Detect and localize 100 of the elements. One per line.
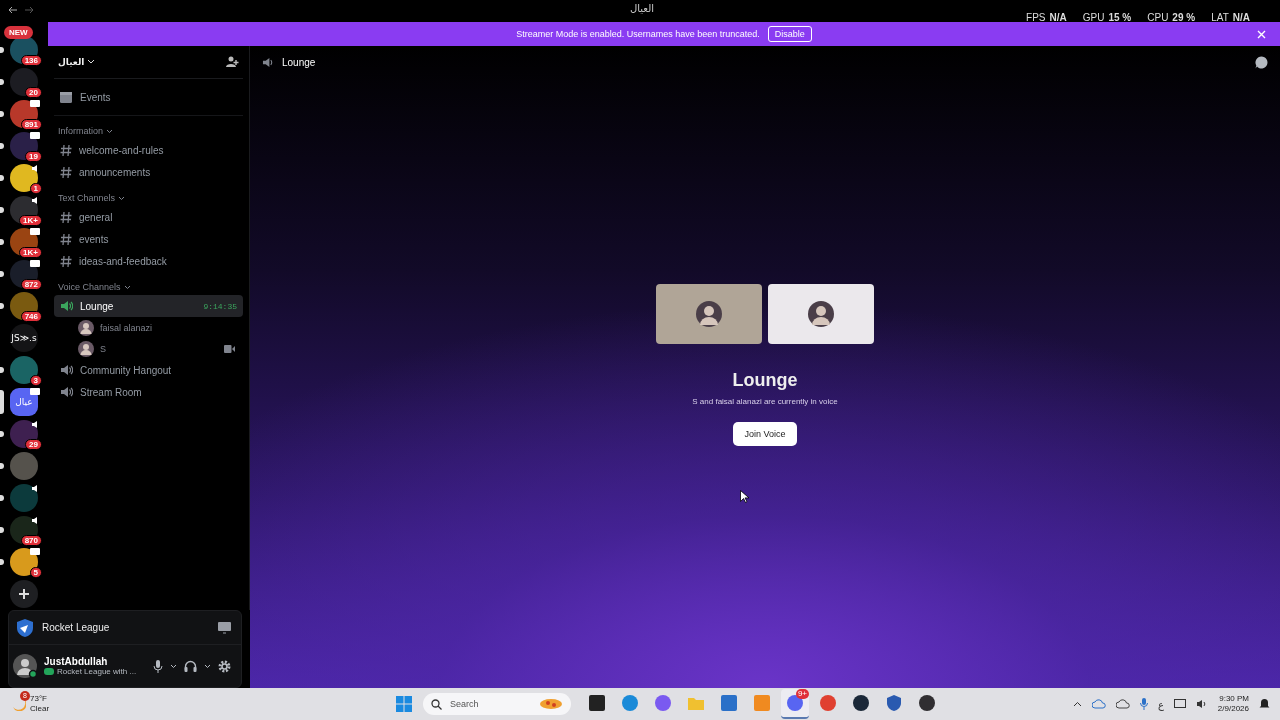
server-icon[interactable]	[10, 164, 38, 192]
badge: 136	[20, 55, 42, 66]
voice-channel-title: Lounge	[732, 370, 798, 391]
language-indicator[interactable]: ع	[1157, 698, 1164, 710]
events-item[interactable]: Events	[54, 79, 243, 116]
bell-icon[interactable]	[1259, 698, 1270, 710]
stat-label: LAT	[1211, 11, 1229, 23]
search-input[interactable]: Search	[448, 698, 522, 710]
category-label[interactable]: Information	[58, 126, 104, 136]
microphone-icon[interactable]	[153, 659, 163, 673]
avatar	[808, 301, 834, 327]
square-icon	[720, 694, 738, 712]
speaker-icon	[60, 364, 73, 376]
hash-icon	[60, 254, 72, 268]
stat-value: N/A	[1232, 11, 1250, 23]
disable-button[interactable]: Disable	[767, 26, 812, 42]
back-icon[interactable]	[8, 6, 18, 14]
member-name[interactable]: faisal alanazi	[100, 322, 153, 333]
cloud-icon[interactable]	[1091, 699, 1106, 709]
add-person-icon[interactable]	[226, 56, 239, 68]
speaker-icon	[31, 484, 40, 493]
settings-icon[interactable]	[218, 659, 231, 673]
speaker-icon	[31, 196, 40, 205]
user-status: Rocket League with ...	[57, 667, 137, 676]
events-label: Events	[80, 91, 111, 103]
channel-item[interactable]: announcements	[54, 161, 243, 183]
headphones-icon[interactable]	[184, 660, 197, 672]
cloud-icon[interactable]	[1115, 699, 1130, 709]
server-icon[interactable]	[10, 356, 38, 384]
chevron-icon[interactable]	[204, 663, 211, 669]
username: JustAbdullah	[44, 656, 109, 667]
channel-item[interactable]: ideas-and-feedback	[54, 250, 243, 272]
server-icon[interactable]: JS≫.s	[10, 324, 38, 352]
stat-value: 15 %	[1108, 11, 1132, 23]
badge: 20	[25, 87, 42, 98]
circle-icon	[918, 694, 936, 712]
shield-icon	[885, 694, 903, 712]
banner-text: Streamer Mode is enabled. Usernames have been truncated.	[516, 29, 760, 39]
stat-label: FPS	[1026, 11, 1046, 23]
server-icon[interactable]: عيال	[10, 388, 38, 416]
chat-icon[interactable]	[1255, 55, 1268, 69]
hash-icon	[60, 232, 72, 246]
cursor-icon	[740, 490, 749, 503]
clock-date[interactable]: 2/9/2026	[1217, 704, 1249, 714]
speaker-icon	[60, 300, 73, 312]
badge: 3	[29, 375, 42, 386]
square-icon	[588, 694, 606, 712]
speaker-icon	[31, 420, 40, 429]
channel-item[interactable]: Lounge 9:14:35	[54, 295, 243, 317]
close-icon[interactable]	[1257, 30, 1266, 39]
notification-badge: 9+	[795, 689, 809, 699]
hash-icon	[60, 165, 72, 179]
badge: 870	[20, 535, 42, 546]
volume-icon[interactable]	[1195, 699, 1208, 709]
shield-icon	[15, 617, 35, 638]
channel-item[interactable]: events	[54, 228, 243, 250]
food-icon	[539, 698, 563, 710]
server-icon[interactable]	[10, 484, 38, 512]
taskbar-button[interactable]: 9+	[781, 689, 809, 719]
hash-icon	[60, 210, 72, 224]
avatar	[78, 340, 94, 357]
server-icon[interactable]	[10, 292, 38, 320]
stat-label: CPU	[1147, 11, 1169, 23]
calendar-icon	[60, 91, 72, 103]
speaker-icon	[262, 56, 274, 68]
channel-item[interactable]: Stream Room	[54, 381, 243, 403]
display-icon[interactable]	[1173, 698, 1186, 710]
server-name[interactable]: العيال	[58, 57, 85, 67]
server-icon[interactable]	[10, 516, 38, 544]
category-label[interactable]: Voice Channels	[58, 282, 121, 292]
clock-time[interactable]: 9:30 PM	[1219, 694, 1249, 704]
search-bar[interactable]: Search	[423, 693, 571, 715]
chevron-up-icon[interactable]	[1072, 701, 1082, 707]
start-icon[interactable]	[396, 696, 412, 712]
activity-name: Rocket League	[42, 622, 110, 633]
window-title: العيال	[630, 3, 654, 14]
call-timer: 9:14:35	[203, 301, 237, 311]
forward-icon[interactable]	[24, 6, 34, 14]
add-server-button[interactable]	[10, 580, 38, 608]
channel-item[interactable]: welcome-and-rules	[54, 139, 243, 161]
screen-share-icon[interactable]	[218, 621, 231, 634]
badge: 1	[29, 183, 42, 194]
server-icon[interactable]	[10, 68, 38, 96]
voice-status-text: S and faisal alanazi are currently in voice	[692, 397, 838, 406]
square-icon	[753, 694, 771, 712]
badge: 872	[20, 279, 42, 290]
channel-item[interactable]: general	[54, 206, 243, 228]
channel-item[interactable]: Community Hangout	[54, 359, 243, 381]
circle-icon	[786, 694, 804, 712]
join-voice-button[interactable]: Join Voice	[733, 422, 797, 446]
circle-icon	[819, 694, 837, 712]
member-name[interactable]: S	[100, 343, 106, 354]
server-icon[interactable]	[10, 420, 38, 448]
category-label[interactable]: Text Channels	[58, 193, 116, 203]
gamepad-icon	[44, 668, 54, 675]
plus-icon	[18, 588, 30, 600]
chevron-icon[interactable]	[170, 663, 177, 669]
avatar	[696, 301, 722, 327]
hash-icon	[60, 143, 72, 157]
avatar	[13, 654, 37, 678]
